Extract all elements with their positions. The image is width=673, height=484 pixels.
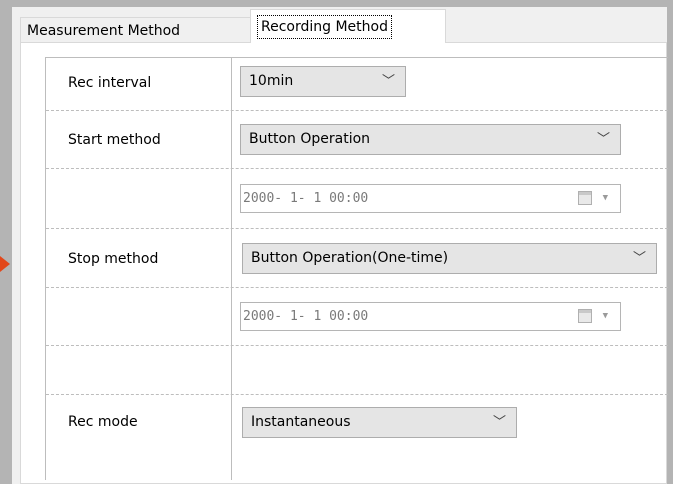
row-separator (46, 228, 668, 229)
chevron-down-icon: ﹀ (596, 132, 610, 147)
settings-table: Rec interval 10min ﹀ Start method Button… (45, 57, 668, 480)
tab-measurement-method[interactable]: Measurement Method (20, 17, 252, 43)
row-separator (46, 287, 668, 288)
row-separator (46, 345, 668, 346)
row-separator (46, 168, 668, 169)
row-separator (46, 110, 668, 111)
dropdown-arrow-icon: ▼ (602, 311, 608, 321)
stop-datetime-value: 2000- 1- 1 00:00 (243, 309, 369, 324)
rec-interval-select[interactable]: 10min ﹀ (240, 66, 406, 97)
chevron-down-icon: ﹀ (632, 251, 646, 266)
chevron-down-icon: ﹀ (492, 415, 506, 430)
stop-method-value: Button Operation(One-time) (251, 250, 449, 266)
dropdown-arrow-icon: ▼ (602, 193, 608, 203)
tab-label: Recording Method (257, 15, 392, 39)
settings-dialog: Measurement Method Recording Method Rec … (12, 7, 668, 484)
stop-method-label: Stop method (68, 251, 159, 267)
calendar-icon (578, 309, 592, 323)
start-method-value: Button Operation (249, 131, 371, 147)
tab-recording-method[interactable]: Recording Method (250, 9, 446, 43)
stop-datetime-picker[interactable]: 2000- 1- 1 00:00 ▼ (240, 302, 621, 331)
rec-interval-value: 10min (249, 73, 294, 89)
rec-interval-label: Rec interval (68, 75, 152, 91)
rec-mode-value: Instantaneous (251, 414, 351, 430)
start-method-label: Start method (68, 132, 161, 148)
stop-method-select[interactable]: Button Operation(One-time) ﹀ (242, 243, 657, 274)
start-method-select[interactable]: Button Operation ﹀ (240, 124, 621, 155)
calendar-icon (578, 191, 592, 205)
column-divider (231, 58, 232, 480)
chevron-down-icon: ﹀ (381, 74, 395, 89)
row-separator (46, 394, 668, 395)
pointer-arrow-icon (0, 256, 10, 272)
tab-label: Measurement Method (27, 23, 181, 39)
rec-mode-select[interactable]: Instantaneous ﹀ (242, 407, 517, 438)
start-datetime-value: 2000- 1- 1 00:00 (243, 191, 369, 206)
rec-mode-label: Rec mode (68, 414, 138, 430)
start-datetime-picker[interactable]: 2000- 1- 1 00:00 ▼ (240, 184, 621, 213)
